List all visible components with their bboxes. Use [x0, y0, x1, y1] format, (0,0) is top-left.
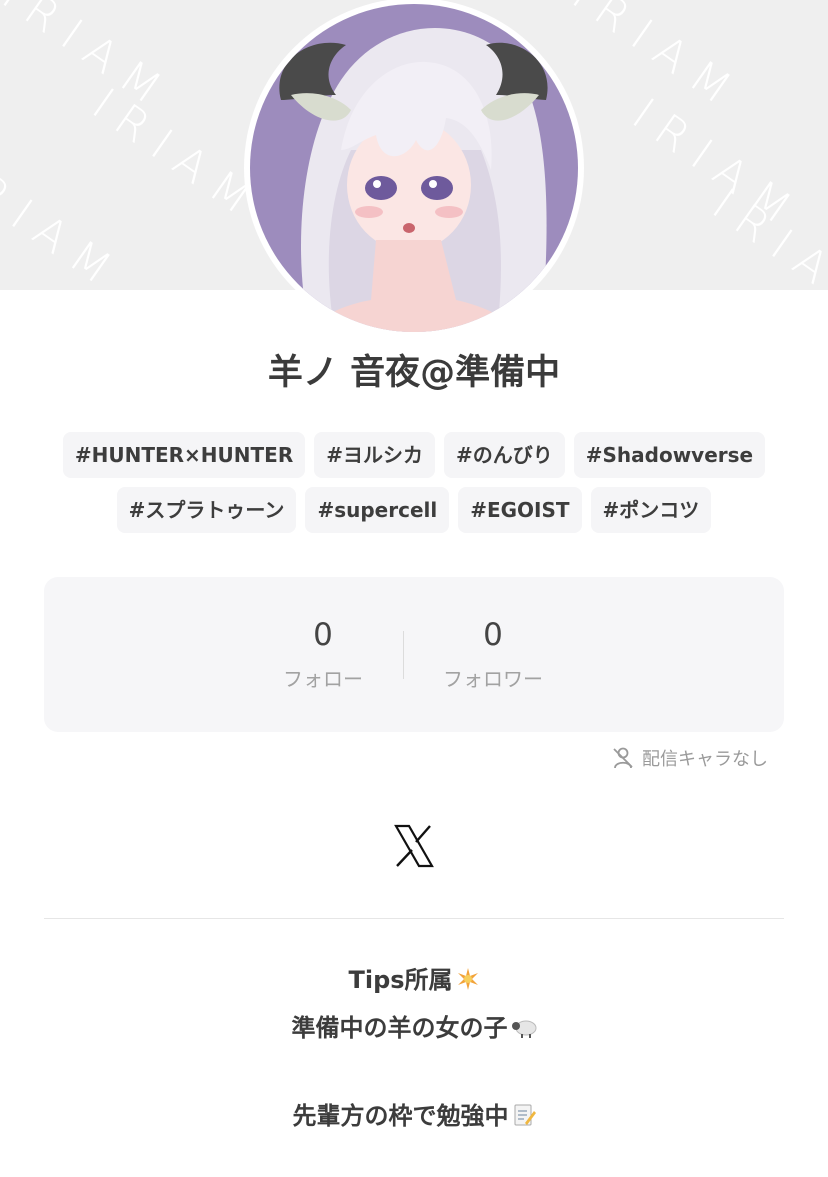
followers-label: フォロワー: [443, 667, 543, 691]
follow-stats-card: 0 フォロー 0 フォロワー: [44, 577, 784, 732]
sheep-icon: [511, 1020, 536, 1038]
followers-stat[interactable]: 0 フォロワー: [393, 617, 593, 692]
memo-icon: [514, 1104, 536, 1126]
bio-line: 準備中の羊の女の子: [0, 1008, 828, 1043]
tag-chip[interactable]: #HUNTER×HUNTER: [62, 432, 306, 478]
character-status: 配信キャラなし: [612, 745, 768, 771]
profile-avatar[interactable]: [241, 0, 587, 340]
bio-line-text: 先輩方の枠で勉強中: [292, 1102, 509, 1130]
banner-watermark: IRIAM: [0, 148, 132, 290]
tag-chip[interactable]: #ポンコツ: [590, 487, 712, 533]
no-character-icon: [613, 747, 633, 769]
bio-line: Tips所属: [0, 960, 828, 995]
tag-chip[interactable]: #スプラトゥーン: [116, 487, 297, 533]
bio-line: 先輩方の枠で勉強中: [0, 1096, 828, 1131]
profile-name: 羊ノ 音夜@準備中: [267, 353, 561, 393]
followers-count: 0: [483, 617, 503, 653]
x-logo-icon[interactable]: [393, 824, 435, 868]
tag-chip[interactable]: #supercell: [305, 487, 450, 533]
tag-chip[interactable]: #ヨルシカ: [314, 432, 435, 478]
tag-chip[interactable]: #EGOIST: [458, 487, 582, 533]
sparkle-icon: [457, 968, 478, 990]
banner-watermark: IRIAM: [0, 0, 182, 123]
tag-chip[interactable]: #Shadowverse: [573, 432, 766, 478]
tag-list-row-2: #スプラトゥーン #supercell #EGOIST #ポンコツ: [0, 487, 828, 533]
tag-list-row-1: #HUNTER×HUNTER #ヨルシカ #のんびり #Shadowverse: [0, 432, 828, 478]
character-status-label: 配信キャラなし: [642, 749, 768, 770]
section-divider: [44, 918, 784, 919]
tag-chip[interactable]: #のんびり: [443, 432, 565, 478]
bio-line-text: 準備中の羊の女の子: [291, 1014, 508, 1042]
bio-line-text: Tips所属: [348, 966, 453, 994]
